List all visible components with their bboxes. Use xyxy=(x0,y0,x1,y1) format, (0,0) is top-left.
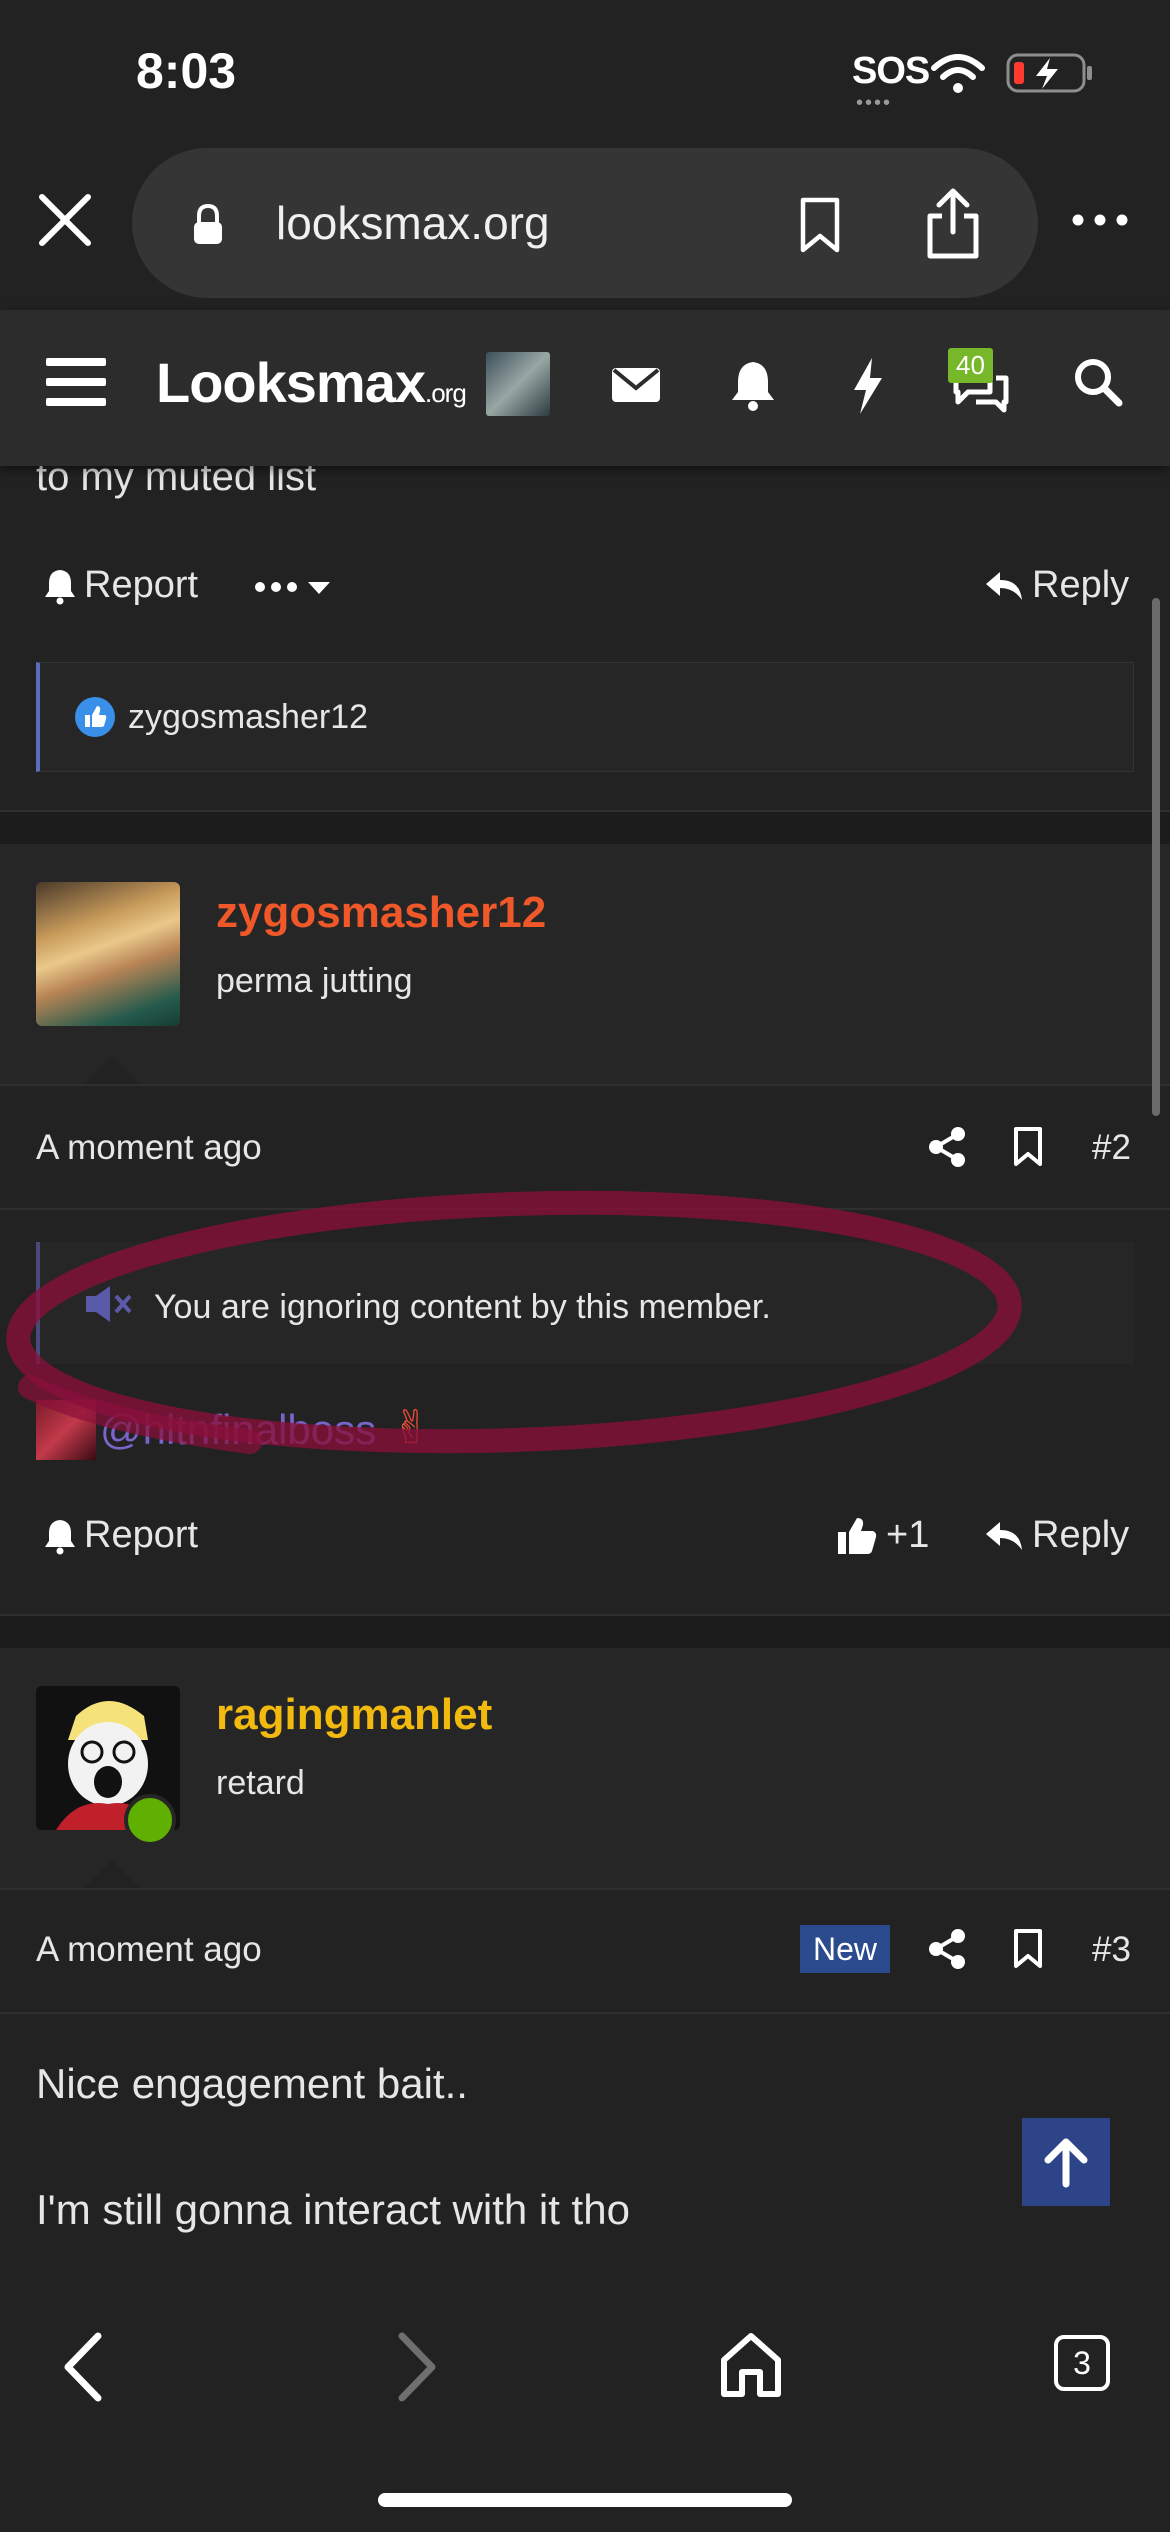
reply-button[interactable]: Reply xyxy=(984,564,1129,607)
thumbs-up-icon xyxy=(838,1517,877,1554)
new-badge: New xyxy=(800,1925,890,1973)
tabs-button[interactable]: 3 xyxy=(1054,2335,1110,2391)
user-title: retard xyxy=(216,1764,305,1802)
post-separator xyxy=(0,1616,1170,1648)
username[interactable]: ragingmanlet xyxy=(216,1690,492,1740)
user-title: perma jutting xyxy=(216,962,413,1000)
bookmark-icon[interactable] xyxy=(795,196,845,254)
reply-label: Reply xyxy=(1032,1514,1130,1556)
site-logo-suffix: .org xyxy=(425,378,467,408)
like-count: +1 xyxy=(886,1514,930,1556)
user-avatar[interactable] xyxy=(486,352,550,416)
report-label: Report xyxy=(84,564,199,606)
report-button[interactable]: Report xyxy=(44,1514,198,1557)
address-bar[interactable] xyxy=(132,148,1038,298)
more-icon[interactable] xyxy=(1070,205,1130,235)
online-status-indicator xyxy=(124,1794,176,1846)
annotation-scribble xyxy=(6,1190,1022,1454)
bell-icon xyxy=(45,569,75,604)
like-reaction-icon xyxy=(75,697,115,737)
back-icon[interactable] xyxy=(58,2330,108,2404)
post-number[interactable]: #2 xyxy=(1092,1128,1131,1168)
sos-dots: •••• xyxy=(856,92,893,114)
forward-icon[interactable] xyxy=(392,2330,442,2404)
avatar[interactable] xyxy=(36,882,180,1026)
hamburger-menu-icon[interactable] xyxy=(44,354,108,410)
url-text[interactable]: looksmax.org xyxy=(276,196,550,250)
divider xyxy=(0,1888,1170,1890)
wifi-icon xyxy=(931,54,985,93)
reply-label: Reply xyxy=(1032,564,1130,606)
arrow-notch xyxy=(82,1860,142,1890)
bell-icon xyxy=(45,1519,75,1554)
lightning-icon[interactable] xyxy=(848,356,888,416)
bell-icon[interactable] xyxy=(728,356,778,412)
bookmark-icon[interactable] xyxy=(1012,1928,1044,1970)
share-icon[interactable] xyxy=(928,1126,968,1168)
more-options-icon[interactable] xyxy=(252,572,334,602)
post-text-line: Nice engagement bait.. xyxy=(36,2060,468,2107)
arrow-notch xyxy=(82,1056,142,1086)
post-timestamp[interactable]: A moment ago xyxy=(36,1930,262,1970)
envelope-icon[interactable] xyxy=(610,356,662,412)
status-bar: 8:03 SOS •••• xyxy=(0,0,1170,140)
share-icon[interactable] xyxy=(928,1928,968,1970)
divider xyxy=(0,2012,1170,2014)
lock-icon xyxy=(194,203,222,244)
reply-icon xyxy=(986,571,1022,600)
sos-indicator: SOS xyxy=(852,50,930,92)
bookmark-icon[interactable] xyxy=(1012,1126,1044,1168)
battery-icon xyxy=(1006,53,1092,93)
close-icon[interactable] xyxy=(30,185,100,255)
home-icon[interactable] xyxy=(718,2330,784,2400)
arrow-up-icon xyxy=(1044,2138,1088,2188)
reply-icon xyxy=(986,1521,1022,1550)
username[interactable]: zygosmasher12 xyxy=(216,888,546,938)
divider xyxy=(0,1084,1170,1086)
post-timestamp[interactable]: A moment ago xyxy=(36,1128,262,1168)
share-icon[interactable] xyxy=(920,186,986,262)
scroll-to-top-button[interactable] xyxy=(1022,2118,1110,2206)
search-icon[interactable] xyxy=(1072,356,1124,408)
report-button[interactable]: Report xyxy=(44,564,198,607)
post-text-line: I'm still gonna interact with it tho xyxy=(36,2186,630,2233)
like-button[interactable]: +1 xyxy=(836,1514,929,1557)
reaction-user[interactable]: zygosmasher12 xyxy=(128,698,368,737)
post-separator xyxy=(0,812,1170,844)
site-logo[interactable]: Looksmax.org xyxy=(156,350,467,415)
alerts-badge: 40 xyxy=(948,348,993,383)
status-time: 8:03 xyxy=(136,43,237,99)
post-number[interactable]: #3 xyxy=(1092,1930,1131,1970)
site-logo-text: Looksmax xyxy=(156,351,426,414)
report-label: Report xyxy=(84,1514,199,1556)
page-scrollbar[interactable] xyxy=(1152,598,1160,1116)
reply-button[interactable]: Reply xyxy=(984,1514,1129,1557)
home-indicator xyxy=(378,2493,792,2507)
